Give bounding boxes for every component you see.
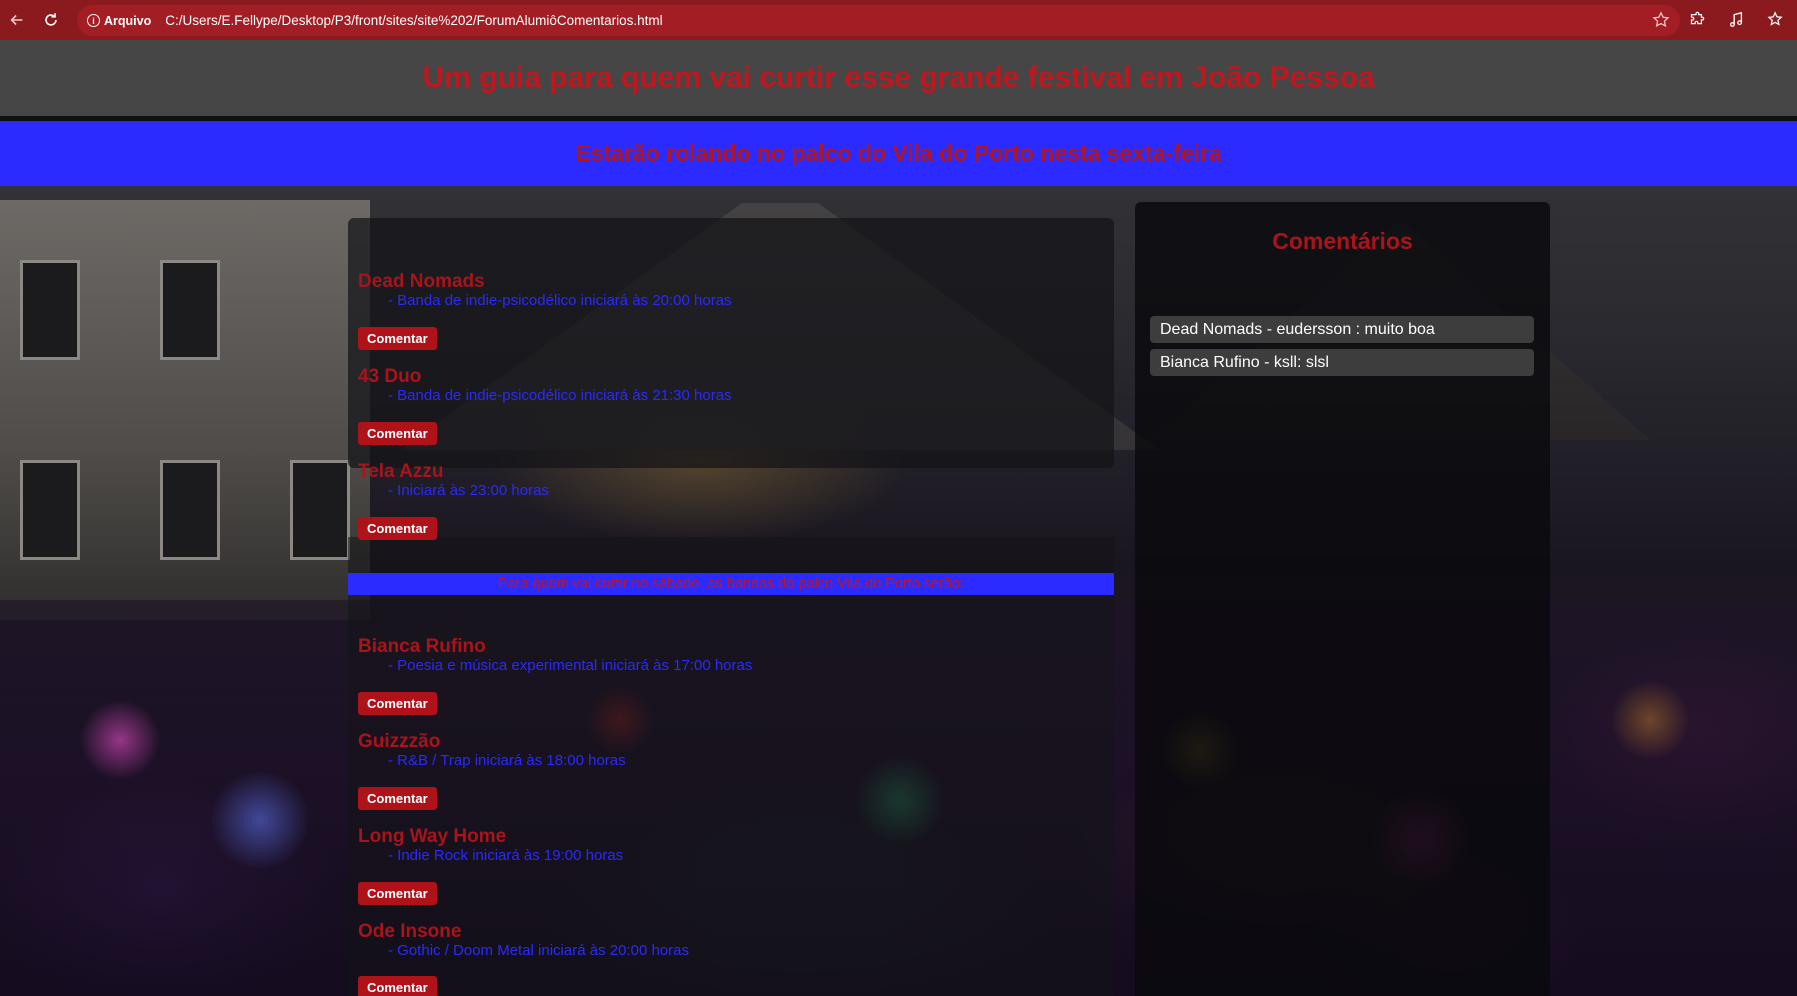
url-text[interactable]: C:/Users/E.Fellype/Desktop/P3/front/site… (165, 13, 662, 28)
band-name: Tela Azzu (358, 461, 444, 482)
comment-button[interactable]: Comentar (358, 882, 437, 905)
page-title: Um guia para quem vai curtir esse grande… (422, 61, 1375, 94)
band-description: Iniciará às 23:00 horas (358, 482, 1058, 500)
band-description: Poesia e música experimental iniciará às… (358, 657, 1058, 675)
band-description: Banda de indie-psicodélico iniciará às 2… (358, 387, 1058, 405)
friday-heading: Estarão rolando no palco do Vila do Port… (575, 140, 1222, 166)
page-viewport: Um guia para quem vai curtir esse grande… (0, 40, 1797, 996)
music-note-icon (1729, 11, 1743, 27)
comment-button[interactable]: Comentar (358, 976, 437, 996)
band-item: Long Way Home Indie Rock iniciará às 19:… (358, 827, 1058, 865)
band-description: Gothic / Doom Metal iniciará às 20:00 ho… (358, 942, 1058, 960)
band-description: Banda de indie-psicodélico iniciará às 2… (358, 292, 1058, 310)
band-item: Dead Nomads Banda de indie-psicodélico i… (358, 272, 1058, 310)
favorites-button[interactable] (1759, 3, 1793, 37)
band-name: Guizzzão (358, 731, 441, 752)
comment-button[interactable]: Comentar (358, 422, 437, 445)
band-name: Dead Nomads (358, 271, 485, 292)
arrow-left-icon (10, 14, 23, 26)
band-name: 43 Duo (358, 366, 422, 387)
band-name: Ode Insone (358, 921, 462, 942)
band-item: Ode Insone Gothic / Doom Metal iniciará … (358, 922, 1058, 960)
friday-banner: Estarão rolando no palco do Vila do Port… (0, 121, 1797, 186)
media-button[interactable] (1719, 3, 1753, 37)
site-info-label: Arquivo (104, 13, 152, 28)
comment-item: Bianca Rufino - ksll: slsl (1150, 349, 1534, 376)
band-name: Bianca Rufino (358, 636, 486, 657)
site-header: Um guia para quem vai curtir esse grande… (0, 40, 1797, 116)
comment-button[interactable]: Comentar (358, 517, 437, 540)
bookmark-star-icon[interactable] (1652, 11, 1670, 34)
reload-button[interactable] (34, 3, 68, 37)
band-description: R&B / Trap iniciará às 18:00 horas (358, 752, 1058, 770)
band-item: Guizzzão R&B / Trap iniciará às 18:00 ho… (358, 732, 1058, 770)
band-name: Long Way Home (358, 826, 507, 847)
band-item: Tela Azzu Iniciará às 23:00 horas (358, 462, 1058, 500)
favorites-star-icon (1767, 11, 1783, 26)
info-icon: i (87, 14, 100, 27)
comment-item: Dead Nomads - eudersson : muito boa (1150, 316, 1534, 343)
comment-button[interactable]: Comentar (358, 692, 437, 715)
saturday-heading: Para quem vai curtir no sábado, as banda… (348, 573, 1114, 595)
comments-title: Comentários (1272, 228, 1413, 254)
comment-button[interactable]: Comentar (358, 327, 437, 350)
friday-bands-panel (348, 218, 1114, 468)
band-item: Bianca Rufino Poesia e música experiment… (358, 637, 1058, 675)
band-description: Indie Rock iniciará às 19:00 horas (358, 847, 1058, 865)
reload-icon (45, 13, 57, 26)
comment-button[interactable]: Comentar (358, 787, 437, 810)
address-bar[interactable]: i Arquivo C:/Users/E.Fellype/Desktop/P3/… (77, 5, 1680, 36)
extensions-button[interactable] (1679, 3, 1713, 37)
site-info-button[interactable]: i Arquivo (87, 14, 151, 28)
browser-toolbar: i Arquivo C:/Users/E.Fellype/Desktop/P3/… (0, 0, 1797, 40)
comments-panel: Comentários Dead Nomads - eudersson : mu… (1135, 202, 1550, 996)
band-item: 43 Duo Banda de indie-psicodélico inicia… (358, 367, 1058, 405)
puzzle-icon (1690, 11, 1705, 25)
background-building (0, 200, 370, 620)
back-button[interactable] (0, 3, 34, 37)
